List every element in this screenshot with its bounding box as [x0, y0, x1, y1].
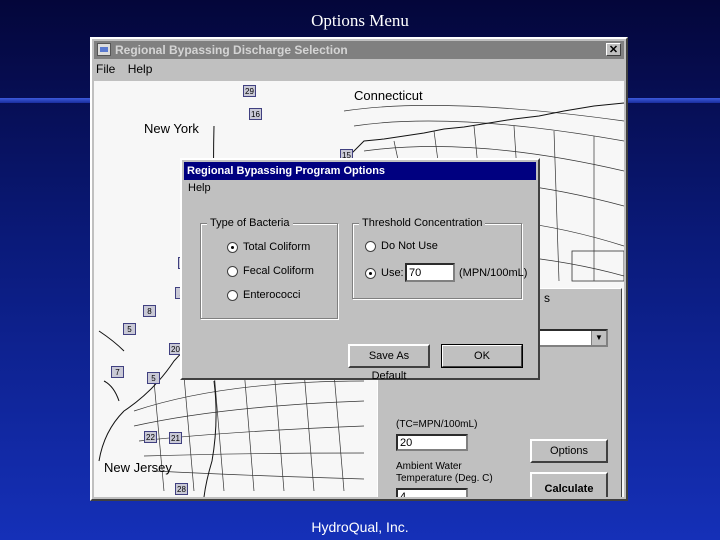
label-total-coliform[interactable]: Total Coliform [243, 241, 310, 253]
options-button[interactable]: Options [530, 439, 608, 463]
radio-fecal-coliform[interactable] [227, 266, 238, 277]
close-button[interactable]: ✕ [606, 43, 621, 56]
main-window-title: Regional Bypassing Discharge Selection [115, 43, 348, 57]
dialog-menu-help[interactable]: Help [188, 182, 211, 194]
temperature-input[interactable] [396, 488, 468, 497]
discharge-marker[interactable]: 28 [175, 483, 188, 495]
menu-file[interactable]: File [96, 62, 115, 76]
ambient-label-line1: Ambient Water [396, 461, 462, 472]
discharge-marker[interactable]: 8 [143, 305, 156, 317]
radio-enterococci[interactable] [227, 290, 238, 301]
concentration-input[interactable] [396, 434, 468, 451]
dropdown-arrow-icon[interactable]: ▼ [591, 331, 606, 345]
panel-partial-title: s [544, 291, 550, 305]
concentration-unit-label: (TC=MPN/100mL) [396, 419, 478, 430]
app-icon[interactable] [97, 43, 111, 56]
threshold-unit-label: (MPN/100mL) [459, 267, 528, 279]
options-dialog: Regional Bypassing Program Options Help … [180, 158, 540, 382]
discharge-marker[interactable]: 16 [249, 108, 262, 120]
main-menubar: File Help [96, 62, 161, 78]
discharge-marker[interactable]: 7 [111, 366, 124, 378]
footer-company: HydroQual, Inc. [311, 519, 409, 535]
label-use[interactable]: Use: [381, 267, 404, 279]
bacteria-group-title: Type of Bacteria [207, 217, 293, 229]
label-connecticut: Connecticut [354, 88, 423, 103]
bacteria-groupbox: Type of Bacteria Total Coliform Fecal Co… [200, 217, 338, 319]
menu-help[interactable]: Help [128, 62, 153, 76]
radio-do-not-use[interactable] [365, 241, 376, 252]
label-new-jersey: New Jersey [104, 460, 172, 475]
ambient-label-line2: Temperature (Deg. C) [396, 473, 493, 484]
radio-use[interactable] [365, 268, 376, 279]
threshold-group-title: Threshold Concentration [359, 217, 486, 229]
threshold-value-input[interactable] [405, 263, 455, 282]
label-enterococci[interactable]: Enterococci [243, 289, 300, 301]
threshold-groupbox: Threshold Concentration Do Not Use Use: … [352, 217, 527, 299]
discharge-marker[interactable]: 5 [123, 323, 136, 335]
slide-title: Options Menu [311, 11, 409, 30]
dialog-titlebar: Regional Bypassing Program Options [184, 162, 536, 180]
calculate-button[interactable]: Calculate [530, 472, 608, 497]
radio-total-coliform[interactable] [227, 242, 238, 253]
discharge-marker[interactable]: 29 [243, 85, 256, 97]
main-titlebar: Regional Bypassing Discharge Selection ✕ [94, 41, 624, 59]
label-fecal-coliform[interactable]: Fecal Coliform [243, 265, 314, 277]
ok-button[interactable]: OK [441, 344, 523, 368]
discharge-marker[interactable]: 5 [147, 372, 160, 384]
label-new-york: New York [144, 121, 199, 136]
discharge-marker[interactable]: 22 [144, 431, 157, 443]
save-as-default-button[interactable]: Save As Default [348, 344, 430, 382]
label-do-not-use[interactable]: Do Not Use [381, 240, 438, 252]
discharge-marker[interactable]: 21 [169, 432, 182, 444]
